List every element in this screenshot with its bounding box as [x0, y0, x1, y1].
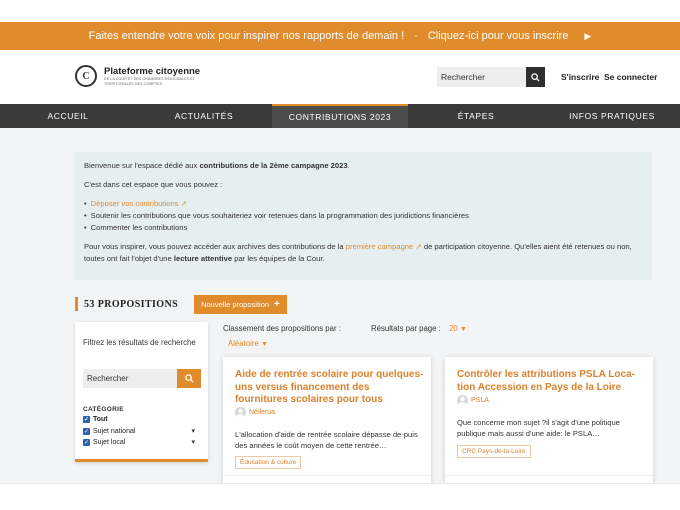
banner-text: Faites entendre votre voix pour inspirer… — [88, 30, 405, 42]
card-tag[interactable]: Éducation & culture — [235, 456, 302, 469]
user-icon — [458, 396, 467, 406]
sort-label: Classement des propositions par : — [223, 324, 341, 333]
header-search: Rechercher — [437, 67, 545, 87]
welcome-text: Bienvenue sur l'espace dédié aux contrib… — [84, 160, 643, 172]
filter-title: Filtrez les résultats de recherche — [83, 338, 196, 347]
nav-item-contributions[interactable]: CONTRIBUTIONS 2023 — [272, 104, 408, 128]
category-label: CATÉGORIE — [83, 406, 124, 413]
sort-value: Aléatoire — [228, 339, 259, 348]
avatar — [457, 395, 468, 406]
external-link-icon: ↗ — [180, 199, 187, 208]
card-author[interactable]: Néilerua — [235, 407, 275, 418]
new-proposal-button[interactable]: Nouvelle proposition + — [194, 294, 287, 314]
proposals-count: 53 PROPOSITIONS — [84, 298, 179, 310]
proposal-card[interactable]: Aide de rentrée scolaire pour quelques-u… — [223, 357, 431, 483]
card-title[interactable]: Contrôler les attributions PSLA Loca-tio… — [457, 369, 647, 394]
deposit-link[interactable]: Déposer vos contributions — [91, 199, 179, 208]
new-proposal-label: Nouvelle proposition — [201, 299, 270, 309]
signup-link[interactable]: S'inscrire — [561, 72, 599, 82]
archive-pre: Pour vous inspirer, vous pouvez accéder … — [84, 242, 346, 251]
proposal-card[interactable]: Contrôler les attributions PSLA Loca-tio… — [445, 357, 653, 483]
author-name: PSLA — [471, 397, 489, 404]
search-icon — [531, 72, 540, 82]
header-search-button[interactable] — [526, 67, 545, 87]
welcome-post: . — [347, 161, 350, 170]
checkbox-checked-icon[interactable]: ✓ — [83, 438, 90, 446]
filter-search-input[interactable]: Rechercher — [83, 369, 177, 388]
action-list: Déposer vos contributions ↗ Soutenir les… — [84, 198, 643, 234]
per-page-select[interactable]: 20 ▼ — [449, 324, 467, 333]
list-item[interactable]: Déposer vos contributions ↗ — [84, 198, 643, 210]
accent-bar — [75, 297, 78, 311]
brand-name: Plateforme citoyenne — [104, 66, 201, 77]
chevron-down-icon[interactable]: ▾ — [191, 427, 195, 435]
nav-item-infos-pratiques[interactable]: INFOS PRATIQUES — [544, 104, 680, 128]
caret-down-icon: ▼ — [260, 341, 268, 348]
checkbox-checked-icon[interactable]: ✓ — [83, 416, 90, 423]
brand-subtitle: DE LA COUR ET DES CHAMBRES RÉGIONALES ET… — [104, 77, 195, 86]
chevron-down-icon[interactable]: ▾ — [191, 438, 195, 446]
welcome-bold: contributions de la 2ème campagne 2023 — [199, 161, 348, 170]
nav-item-accueil[interactable]: ACCUEIL — [0, 104, 136, 128]
top-whitespace — [0, 0, 680, 22]
sort-select[interactable]: Aléatoire ▼ — [228, 339, 341, 348]
per-page-value: 20 — [448, 324, 458, 333]
header-search-input[interactable]: Rechercher — [437, 67, 526, 87]
login-link[interactable]: Se connecter — [604, 72, 657, 82]
checkbox-checked-icon[interactable]: ✓ — [83, 427, 90, 435]
filter-option-tout[interactable]: ✓ Tout — [83, 416, 195, 423]
card-title[interactable]: Aide de rentrée scolaire pour quelques-u… — [235, 369, 425, 407]
brand[interactable]: Plateforme citoyenne DE LA COUR ET DES C… — [104, 66, 216, 87]
intro-text: C'est dans cet espace que vous pouvez : — [84, 180, 223, 189]
list-item: Commenter les contributions — [84, 222, 643, 234]
bottom-whitespace — [0, 483, 680, 510]
per-page-label: Résultats par page : — [371, 324, 441, 333]
first-campaign-link[interactable]: première campagne — [346, 242, 414, 251]
announcement-banner[interactable]: Faites entendre votre voix pour inspirer… — [0, 22, 680, 50]
option-label: Sujet national — [93, 427, 136, 435]
search-icon — [184, 374, 194, 383]
archive-bold: lecture attentive — [173, 254, 233, 263]
card-excerpt: Que concerne mon sujet ?il s'agit d'une … — [457, 418, 620, 438]
caret-down-icon: ▼ — [459, 326, 467, 333]
proposals-header: 53 PROPOSITIONS Nouvelle proposition + — [75, 294, 287, 314]
per-page-control: Résultats par page : 20 ▼ — [371, 324, 467, 333]
play-arrow-icon: ▶ — [584, 30, 592, 41]
card-excerpt: L'allocation d'aide de rentrée scolaire … — [235, 430, 418, 450]
filter-option-local[interactable]: ✓ Sujet local ▾ — [83, 438, 195, 446]
filter-option-national[interactable]: ✓ Sujet national ▾ — [83, 427, 195, 435]
card-footer — [445, 475, 653, 483]
archive-post: par les équipes de la Cour. — [232, 254, 325, 263]
banner-separator: - — [414, 30, 418, 42]
welcome-pre: Bienvenue sur l'espace dédié aux — [84, 161, 200, 170]
logo-icon[interactable]: C — [75, 65, 97, 87]
filter-search-button[interactable] — [177, 369, 201, 388]
plus-icon: + — [274, 298, 280, 310]
list-item: Soutenir les contributions que vous souh… — [84, 210, 643, 222]
nav-item-etapes[interactable]: ÉTAPES — [408, 104, 544, 128]
nav-item-actualites[interactable]: ACTUALITÉS — [136, 104, 272, 128]
card-tag[interactable]: CRC Pays-de-la-Loire — [457, 445, 531, 458]
card-author[interactable]: PSLA — [457, 395, 489, 406]
filter-search: Rechercher — [83, 369, 201, 388]
site-header: C Plateforme citoyenne DE LA COUR ET DES… — [0, 50, 680, 104]
sort-control: Classement des propositions par : Aléato… — [223, 324, 341, 348]
avatar — [235, 407, 246, 418]
banner-signup-link[interactable]: Cliquez-ici pour vous inscrire — [428, 30, 569, 42]
card-footer — [223, 475, 431, 483]
info-box: Bienvenue sur l'espace dédié aux contrib… — [75, 152, 652, 280]
option-label: Sujet local — [93, 438, 126, 446]
user-icon — [236, 408, 245, 418]
archive-text: Pour vous inspirer, vous pouvez accéder … — [84, 241, 643, 265]
filter-panel: Filtrez les résultats de recherche Reche… — [75, 322, 208, 462]
main-nav: ACCUEIL ACTUALITÉS CONTRIBUTIONS 2023 ÉT… — [0, 104, 680, 128]
option-label: Tout — [93, 416, 108, 423]
author-name: Néilerua — [249, 409, 276, 416]
